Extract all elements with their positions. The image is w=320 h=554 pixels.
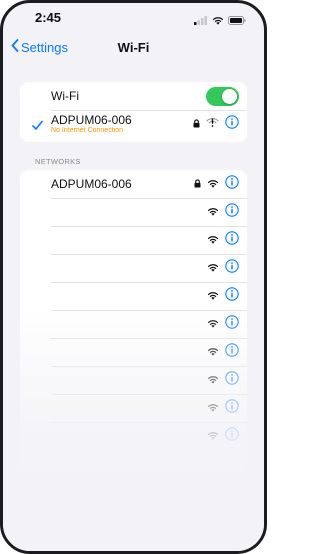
info-icon[interactable]	[225, 258, 239, 278]
connection-status: No Internet Connection	[51, 127, 123, 134]
wifi-icon	[207, 287, 219, 305]
network-row-icons	[194, 174, 239, 194]
network-row[interactable]	[20, 422, 247, 450]
connected-network-row[interactable]: ADPUM06-006 No Internet Connection	[20, 110, 247, 142]
wifi-icon	[207, 399, 219, 417]
info-icon[interactable]	[225, 426, 239, 446]
wifi-warning-icon	[206, 115, 219, 133]
wifi-icon	[207, 175, 219, 193]
network-row-icons	[207, 314, 239, 334]
page-title: Wi-Fi	[117, 40, 150, 55]
network-row[interactable]	[20, 226, 247, 254]
info-icon[interactable]	[225, 114, 239, 134]
network-row-icons	[207, 342, 239, 362]
network-row[interactable]	[20, 282, 247, 310]
network-row-icons	[207, 286, 239, 306]
wifi-icon	[207, 203, 219, 221]
wifi-toggle-row: Wi-Fi	[20, 82, 247, 110]
info-icon[interactable]	[225, 286, 239, 306]
network-row-icons	[207, 370, 239, 390]
toggle-knob	[222, 89, 237, 104]
networks-section-header: NETWORKS	[35, 157, 81, 166]
network-row[interactable]	[20, 394, 247, 422]
wifi-icon	[212, 12, 224, 30]
connected-network-icons	[193, 114, 239, 134]
network-row-icons	[207, 426, 239, 446]
wifi-icon	[207, 371, 219, 389]
info-icon[interactable]	[225, 342, 239, 362]
info-icon[interactable]	[225, 398, 239, 418]
wifi-toggle-switch[interactable]	[206, 87, 239, 106]
lock-icon	[193, 115, 200, 133]
network-row[interactable]	[20, 254, 247, 282]
connected-network-name: ADPUM06-006	[51, 113, 132, 127]
networks-list: ADPUM06-006	[20, 170, 247, 470]
network-row[interactable]	[20, 338, 247, 366]
checkmark-icon	[32, 118, 43, 136]
wifi-icon	[207, 427, 219, 445]
signal-icon	[194, 12, 208, 30]
status-icons	[194, 12, 246, 30]
lock-icon	[194, 175, 201, 193]
navigation-bar: Settings Wi-Fi	[3, 35, 264, 63]
phone-frame: 2:45 Settings Wi-Fi Wi-Fi ADPUM06-006 No…	[0, 0, 267, 554]
wifi-icon	[207, 231, 219, 249]
info-icon[interactable]	[225, 230, 239, 250]
network-row-icons	[207, 258, 239, 278]
network-row-icons	[207, 230, 239, 250]
battery-icon	[228, 12, 246, 30]
network-row[interactable]	[20, 310, 247, 338]
wifi-toggle-label: Wi-Fi	[51, 89, 79, 103]
wifi-icon	[207, 259, 219, 277]
status-time: 2:45	[35, 10, 62, 25]
info-icon[interactable]	[225, 174, 239, 194]
network-row[interactable]	[20, 198, 247, 226]
wifi-settings-card: Wi-Fi ADPUM06-006 No Internet Connection	[20, 82, 247, 142]
status-bar: 2:45	[3, 3, 264, 33]
network-row[interactable]: ADPUM06-006	[20, 170, 247, 198]
info-icon[interactable]	[225, 370, 239, 390]
network-row-icons	[207, 202, 239, 222]
wifi-icon	[207, 315, 219, 333]
network-row[interactable]	[20, 366, 247, 394]
info-icon[interactable]	[225, 202, 239, 222]
info-icon[interactable]	[225, 314, 239, 334]
network-row-icons	[207, 398, 239, 418]
network-name: ADPUM06-006	[51, 177, 132, 191]
wifi-icon	[207, 343, 219, 361]
